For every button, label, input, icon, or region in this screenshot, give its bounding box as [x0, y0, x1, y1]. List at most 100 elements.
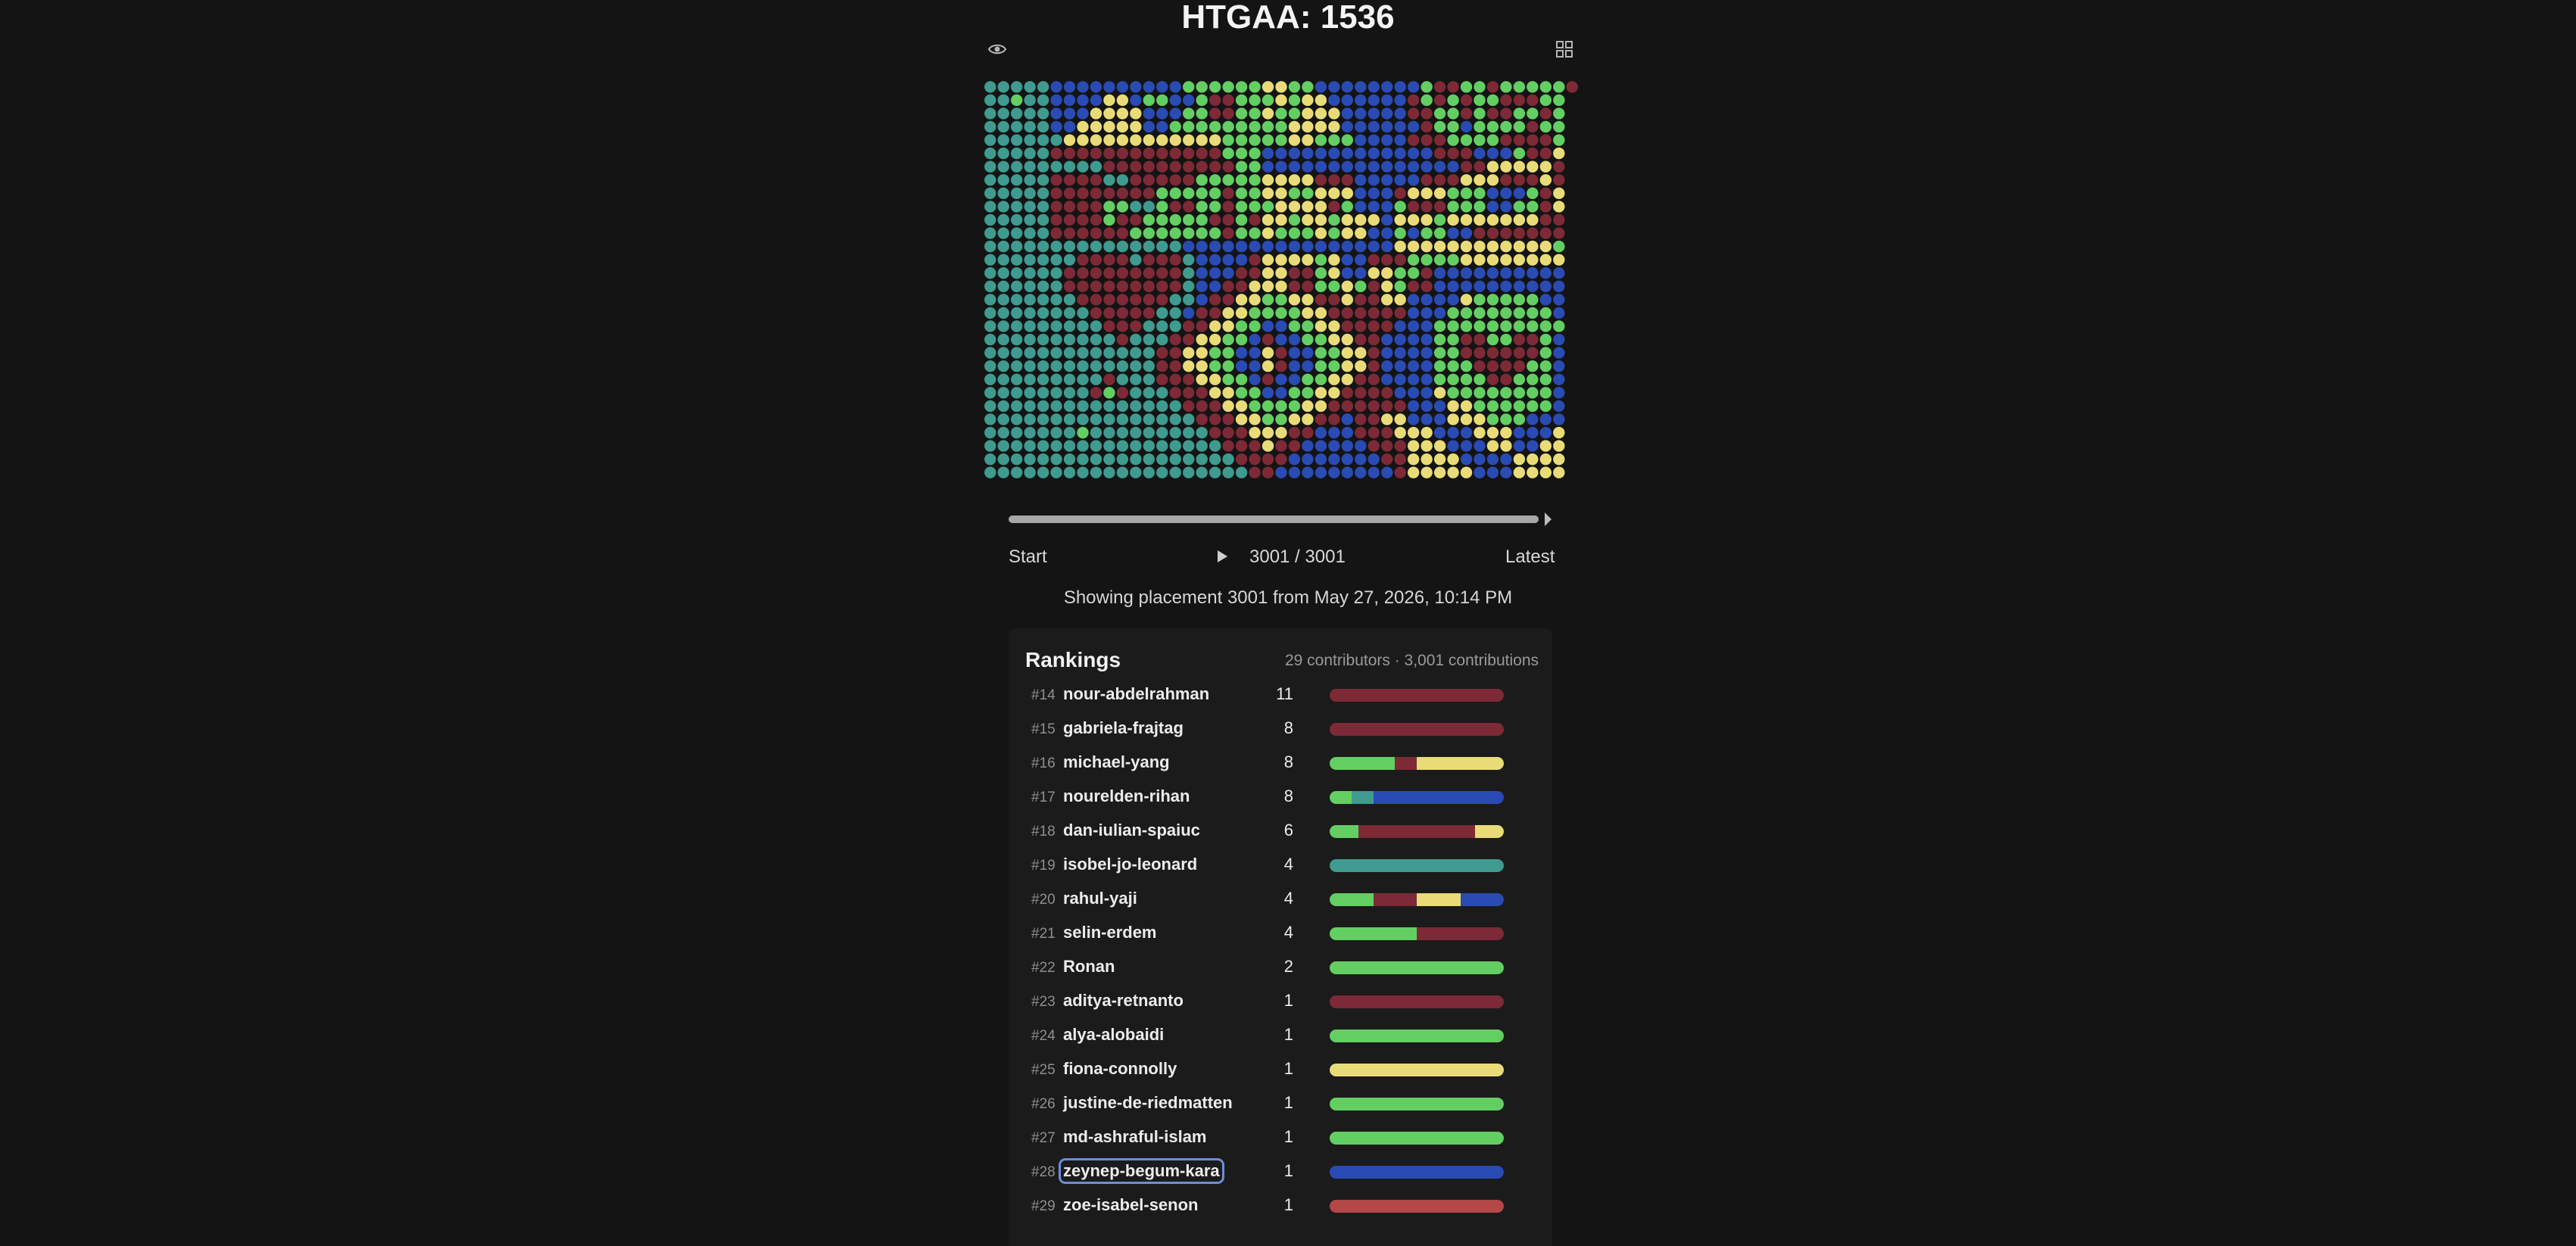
- pixel-dot[interactable]: [1077, 333, 1089, 346]
- pixel-dot[interactable]: [1116, 360, 1129, 372]
- pixel-dot[interactable]: [1368, 413, 1380, 425]
- pixel-dot[interactable]: [1368, 81, 1380, 93]
- pixel-dot[interactable]: [1235, 107, 1248, 120]
- pixel-dot[interactable]: [1010, 347, 1023, 359]
- pixel-dot[interactable]: [1208, 400, 1221, 413]
- pixel-dot[interactable]: [1302, 333, 1314, 346]
- pixel-dot[interactable]: [1288, 280, 1301, 292]
- pixel-dot[interactable]: [1407, 280, 1420, 292]
- pixel-dot[interactable]: [1090, 187, 1102, 200]
- pixel-dot[interactable]: [1222, 94, 1234, 107]
- pixel-dot[interactable]: [1156, 453, 1168, 466]
- pixel-dot[interactable]: [1421, 426, 1433, 439]
- pixel-dot[interactable]: [1196, 426, 1208, 439]
- pixel-dot[interactable]: [1421, 120, 1433, 133]
- pixel-dot[interactable]: [1143, 333, 1155, 346]
- pixel-dot[interactable]: [1275, 107, 1287, 120]
- pixel-dot[interactable]: [1156, 240, 1168, 253]
- pixel-dot[interactable]: [1169, 134, 1181, 146]
- pixel-dot[interactable]: [1315, 413, 1327, 425]
- pixel-dot[interactable]: [1235, 187, 1248, 200]
- pixel-dot[interactable]: [1474, 400, 1486, 413]
- pixel-dot[interactable]: [1063, 294, 1076, 306]
- pixel-dot[interactable]: [1433, 333, 1446, 346]
- pixel-dot[interactable]: [997, 94, 1009, 107]
- pixel-dot[interactable]: [1130, 254, 1142, 266]
- pixel-dot[interactable]: [1169, 174, 1181, 186]
- pixel-dot[interactable]: [1500, 453, 1512, 466]
- contributor-name[interactable]: alya-alobaidi: [1063, 1025, 1164, 1045]
- pixel-dot[interactable]: [1249, 213, 1261, 226]
- pixel-dot[interactable]: [1288, 426, 1301, 439]
- pixel-dot[interactable]: [1063, 160, 1076, 173]
- pixel-dot[interactable]: [1103, 426, 1115, 439]
- pixel-dot[interactable]: [1235, 294, 1248, 306]
- pixel-dot[interactable]: [1527, 387, 1539, 399]
- pixel-dot[interactable]: [1196, 201, 1208, 213]
- pixel-dot[interactable]: [1302, 201, 1314, 213]
- pixel-dot[interactable]: [1513, 360, 1526, 372]
- pixel-dot[interactable]: [1275, 174, 1287, 186]
- contributor-name[interactable]: aditya-retnanto: [1063, 991, 1184, 1011]
- pixel-dot[interactable]: [1368, 347, 1380, 359]
- pixel-dot[interactable]: [1394, 307, 1406, 319]
- pixel-dot[interactable]: [1208, 413, 1221, 425]
- pixel-dot[interactable]: [1421, 187, 1433, 200]
- pixel-dot[interactable]: [1156, 254, 1168, 266]
- pixel-dot[interactable]: [1328, 213, 1340, 226]
- pixel-dot[interactable]: [1500, 120, 1512, 133]
- pixel-dot[interactable]: [997, 387, 1009, 399]
- pixel-dot[interactable]: [1090, 360, 1102, 372]
- pixel-dot[interactable]: [1500, 360, 1512, 372]
- contributor-name[interactable]: selin-erdem: [1063, 923, 1157, 942]
- pixel-dot[interactable]: [1486, 107, 1499, 120]
- pixel-dot[interactable]: [1143, 373, 1155, 385]
- pixel-dot[interactable]: [1183, 240, 1195, 253]
- pixel-dot[interactable]: [997, 187, 1009, 200]
- pixel-dot[interactable]: [1063, 240, 1076, 253]
- pixel-dot[interactable]: [1500, 267, 1512, 279]
- pixel-dot[interactable]: [1355, 81, 1367, 93]
- pixel-dot[interactable]: [1116, 373, 1129, 385]
- pixel-dot[interactable]: [1010, 267, 1023, 279]
- pixel-dot[interactable]: [1235, 373, 1248, 385]
- pixel-dot[interactable]: [997, 294, 1009, 306]
- pixel-dot[interactable]: [1527, 120, 1539, 133]
- pixel-dot[interactable]: [997, 373, 1009, 385]
- pixel-dot[interactable]: [1513, 94, 1526, 107]
- pixel-dot[interactable]: [1222, 333, 1234, 346]
- pixel-dot[interactable]: [1103, 466, 1115, 478]
- pixel-dot[interactable]: [1447, 187, 1459, 200]
- pixel-dot[interactable]: [1010, 307, 1023, 319]
- pixel-dot[interactable]: [1077, 280, 1089, 292]
- pixel-dot[interactable]: [1261, 333, 1274, 346]
- pixel-dot[interactable]: [1421, 413, 1433, 425]
- pixel-dot[interactable]: [1156, 294, 1168, 306]
- pixel-dot[interactable]: [1433, 294, 1446, 306]
- pixel-dot[interactable]: [1341, 107, 1354, 120]
- pixel-dot[interactable]: [1275, 187, 1287, 200]
- pixel-dot[interactable]: [1090, 426, 1102, 439]
- pixel-dot[interactable]: [1143, 213, 1155, 226]
- pixel-dot[interactable]: [1394, 227, 1406, 239]
- pixel-dot[interactable]: [997, 147, 1009, 160]
- pixel-dot[interactable]: [1288, 213, 1301, 226]
- pixel-dot[interactable]: [1196, 267, 1208, 279]
- pixel-dot[interactable]: [1486, 174, 1499, 186]
- pixel-dot[interactable]: [1474, 294, 1486, 306]
- pixel-dot[interactable]: [997, 267, 1009, 279]
- pixel-dot[interactable]: [1130, 426, 1142, 439]
- pixel-dot[interactable]: [1077, 81, 1089, 93]
- pixel-dot[interactable]: [1341, 201, 1354, 213]
- pixel-dot[interactable]: [1433, 347, 1446, 359]
- pixel-dot[interactable]: [1433, 174, 1446, 186]
- pixel-dot[interactable]: [1261, 373, 1274, 385]
- pixel-dot[interactable]: [1447, 227, 1459, 239]
- pixel-dot[interactable]: [997, 400, 1009, 413]
- pixel-dot[interactable]: [1421, 134, 1433, 146]
- pixel-dot[interactable]: [1433, 466, 1446, 478]
- pixel-dot[interactable]: [1169, 187, 1181, 200]
- pixel-dot[interactable]: [1116, 120, 1129, 133]
- pixel-dot[interactable]: [1169, 387, 1181, 399]
- pixel-dot[interactable]: [1208, 147, 1221, 160]
